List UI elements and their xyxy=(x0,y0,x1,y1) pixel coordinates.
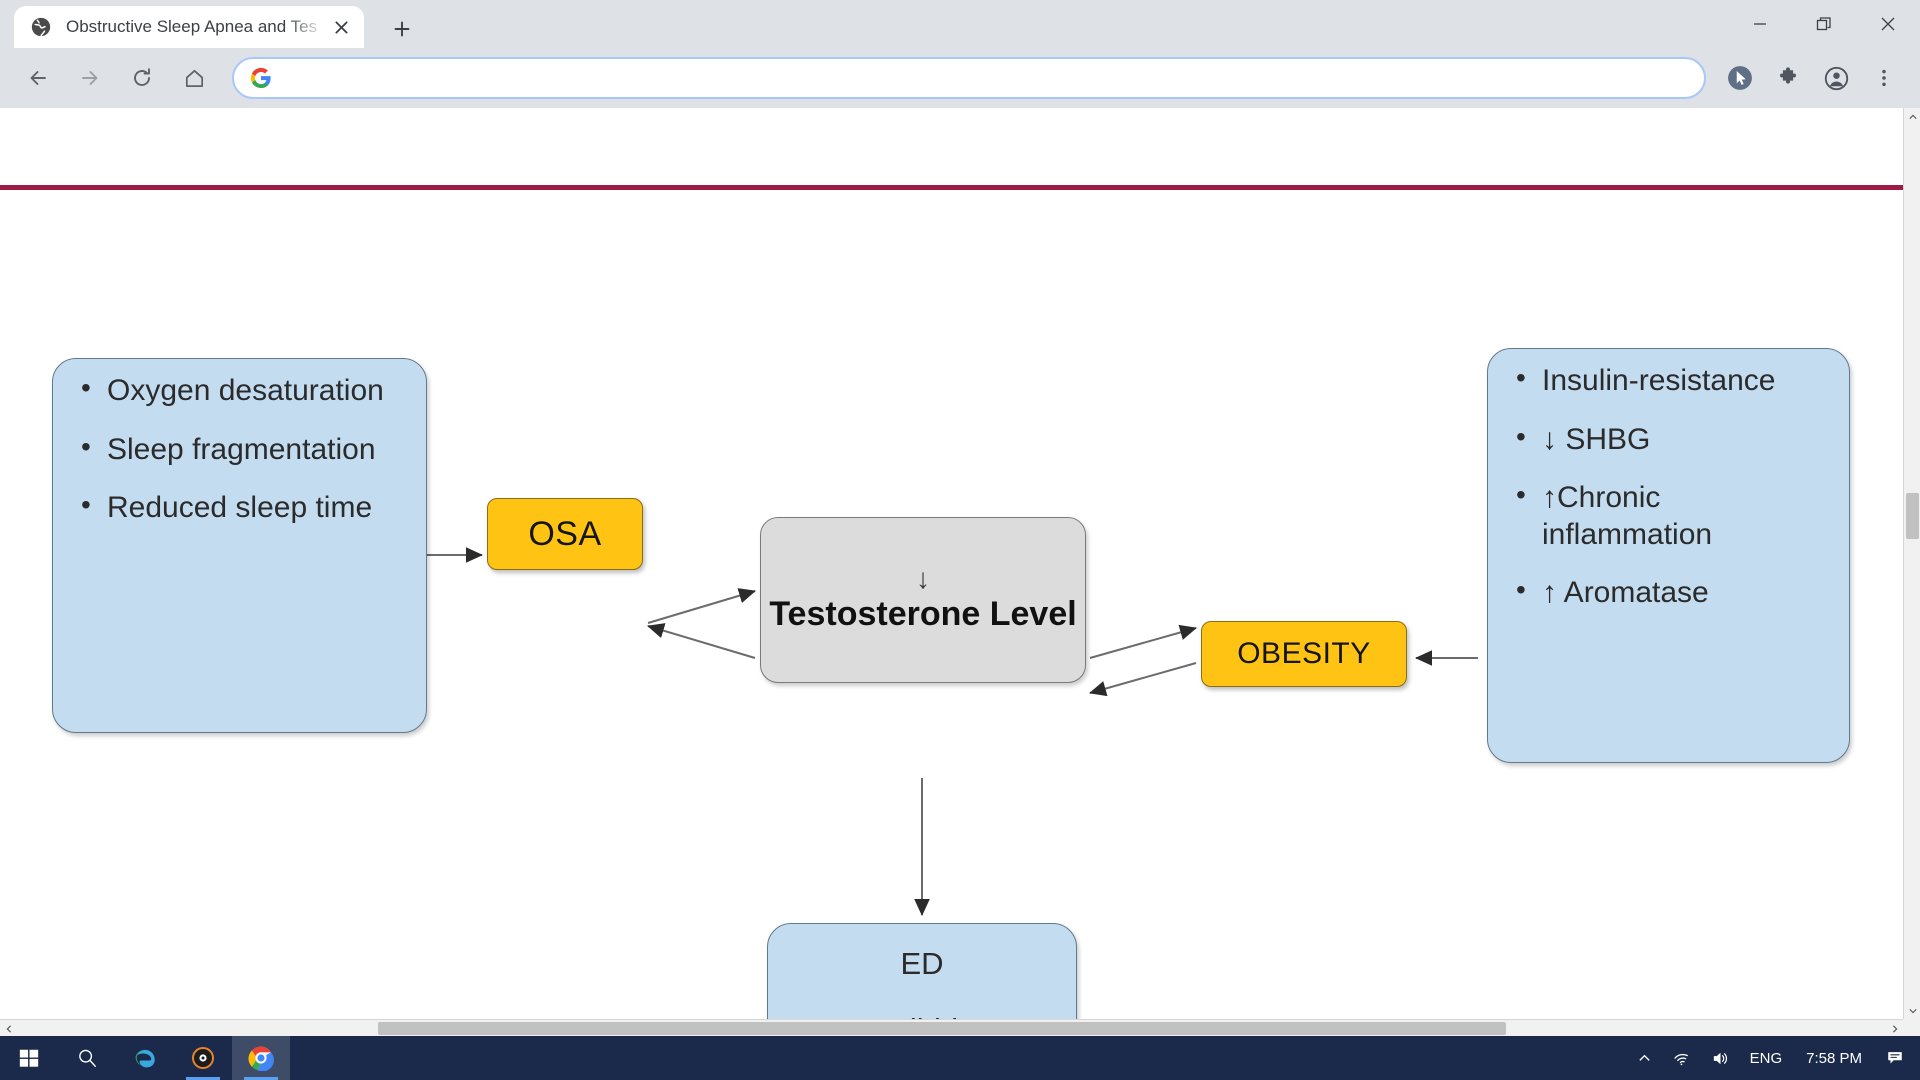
browser-toolbar xyxy=(0,48,1920,108)
osa-factors-box: Oxygen desaturation Sleep fragmentation … xyxy=(52,358,427,733)
window-controls xyxy=(1728,0,1920,48)
google-g-icon xyxy=(250,67,272,89)
address-input[interactable] xyxy=(284,69,1688,87)
scrollbar-corner xyxy=(1903,1019,1920,1036)
list-item: Insulin-resistance xyxy=(1512,361,1831,400)
list-item: ED xyxy=(900,946,944,981)
browser-tab[interactable]: Obstructive Sleep Apnea and Tes xyxy=(14,6,364,48)
restore-icon[interactable] xyxy=(1792,0,1856,48)
toolbar-icon-group xyxy=(1716,56,1908,100)
horizontal-scrollbar[interactable] xyxy=(0,1019,1903,1036)
reload-icon[interactable] xyxy=(120,56,164,100)
tab-close-icon[interactable] xyxy=(328,14,354,40)
windows-start-icon[interactable] xyxy=(0,1036,58,1080)
search-icon[interactable] xyxy=(58,1036,116,1080)
scroll-up-arrow-icon[interactable] xyxy=(1904,108,1920,125)
clock[interactable]: 7:58 PM xyxy=(1792,1050,1876,1067)
chrome-browser-icon[interactable] xyxy=(232,1036,290,1080)
horizontal-accent-rule xyxy=(0,185,1903,190)
list-item: ↓ SHBG xyxy=(1512,420,1831,459)
new-tab-button[interactable] xyxy=(385,12,419,46)
tab-title: Obstructive Sleep Apnea and Tes xyxy=(66,17,318,36)
obesity-factors-list: Insulin-resistance ↓ SHBG ↑Chronic infla… xyxy=(1488,349,1849,626)
osa-factors-list: Oxygen desaturation Sleep fragmentation … xyxy=(53,359,426,541)
osa-node: OSA xyxy=(487,498,643,570)
list-item: ↑Chronic inflammation xyxy=(1512,478,1831,553)
chevron-up-icon[interactable] xyxy=(1627,1036,1662,1080)
testosterone-node: ↓ Testosterone Level xyxy=(760,517,1086,683)
scroll-right-arrow-icon[interactable] xyxy=(1886,1020,1903,1036)
window-close-icon[interactable] xyxy=(1856,0,1920,48)
address-bar[interactable] xyxy=(232,57,1706,99)
obesity-factors-box: Insulin-resistance ↓ SHBG ↑Chronic infla… xyxy=(1487,348,1850,763)
obesity-label: OBESITY xyxy=(1237,637,1371,670)
three-dots-menu-icon[interactable] xyxy=(1862,56,1906,100)
osa-label: OSA xyxy=(528,514,602,553)
web-page-content: Oxygen desaturation Sleep fragmentation … xyxy=(0,108,1903,1036)
volume-icon[interactable] xyxy=(1701,1036,1740,1080)
obesity-node: OBESITY xyxy=(1201,621,1407,687)
cursor-pointer-icon[interactable] xyxy=(1718,56,1762,100)
horizontal-scroll-thumb[interactable] xyxy=(378,1022,1506,1035)
vertical-scrollbar[interactable] xyxy=(1903,108,1920,1019)
wifi-icon[interactable] xyxy=(1662,1036,1701,1080)
globe-icon xyxy=(30,16,52,38)
vertical-scroll-thumb[interactable] xyxy=(1906,493,1919,539)
testosterone-label: Testosterone Level xyxy=(769,594,1077,633)
minimize-icon[interactable] xyxy=(1728,0,1792,48)
scroll-left-arrow-icon[interactable] xyxy=(0,1020,17,1036)
list-item: Reduced sleep time xyxy=(77,488,408,527)
media-player-icon[interactable] xyxy=(174,1036,232,1080)
scroll-down-arrow-icon[interactable] xyxy=(1904,1002,1920,1019)
list-item: Oxygen desaturation xyxy=(77,371,408,410)
down-arrow-icon: ↓ xyxy=(916,563,930,595)
page-viewport: Oxygen desaturation Sleep fragmentation … xyxy=(0,108,1920,1036)
pathophysiology-diagram: Oxygen desaturation Sleep fragmentation … xyxy=(0,203,1903,1036)
list-item: ↑ Aromatase xyxy=(1512,573,1831,612)
notification-icon[interactable] xyxy=(1876,1036,1914,1080)
edge-browser-icon[interactable] xyxy=(116,1036,174,1080)
system-tray: ENG 7:58 PM xyxy=(1627,1036,1920,1080)
tab-strip: Obstructive Sleep Apnea and Tes xyxy=(0,0,1920,48)
home-icon[interactable] xyxy=(172,56,216,100)
account-avatar-icon[interactable] xyxy=(1814,56,1858,100)
forward-arrow-icon[interactable] xyxy=(68,56,112,100)
browser-window: Obstructive Sleep Apnea and Tes • Oxygen… xyxy=(0,0,1920,1036)
language-indicator[interactable]: ENG xyxy=(1740,1036,1793,1080)
puzzle-piece-icon[interactable] xyxy=(1766,56,1810,100)
windows-taskbar: ENG 7:58 PM xyxy=(0,1036,1920,1080)
list-item: Sleep fragmentation xyxy=(77,430,408,469)
back-arrow-icon[interactable] xyxy=(16,56,60,100)
